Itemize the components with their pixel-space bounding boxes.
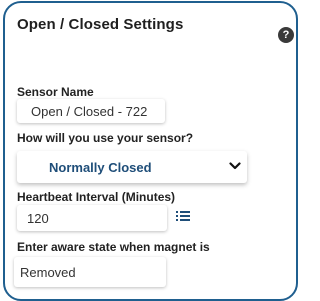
sensor-name-field[interactable] <box>17 99 165 123</box>
aware-state-field[interactable] <box>14 257 166 287</box>
aware-state-input[interactable] <box>20 264 166 280</box>
sensor-name-label: Sensor Name <box>17 85 94 99</box>
usage-select[interactable]: Normally Closed <box>17 151 247 183</box>
sensor-name-input[interactable] <box>31 103 165 119</box>
heartbeat-field[interactable] <box>17 205 167 231</box>
heartbeat-label: Heartbeat Interval (Minutes) <box>17 190 176 204</box>
panel-title: Open / Closed Settings <box>17 16 184 33</box>
chevron-down-icon <box>229 162 241 170</box>
help-icon[interactable]: ? <box>278 27 294 43</box>
heartbeat-input[interactable] <box>27 210 167 226</box>
usage-selected-value: Normally Closed <box>49 159 152 175</box>
list-icon[interactable] <box>176 210 190 222</box>
settings-panel: Open / Closed Settings ? Sensor Name How… <box>3 1 298 301</box>
aware-state-label: Enter aware state when magnet is <box>17 240 210 254</box>
usage-label: How will you use your sensor? <box>17 131 194 145</box>
